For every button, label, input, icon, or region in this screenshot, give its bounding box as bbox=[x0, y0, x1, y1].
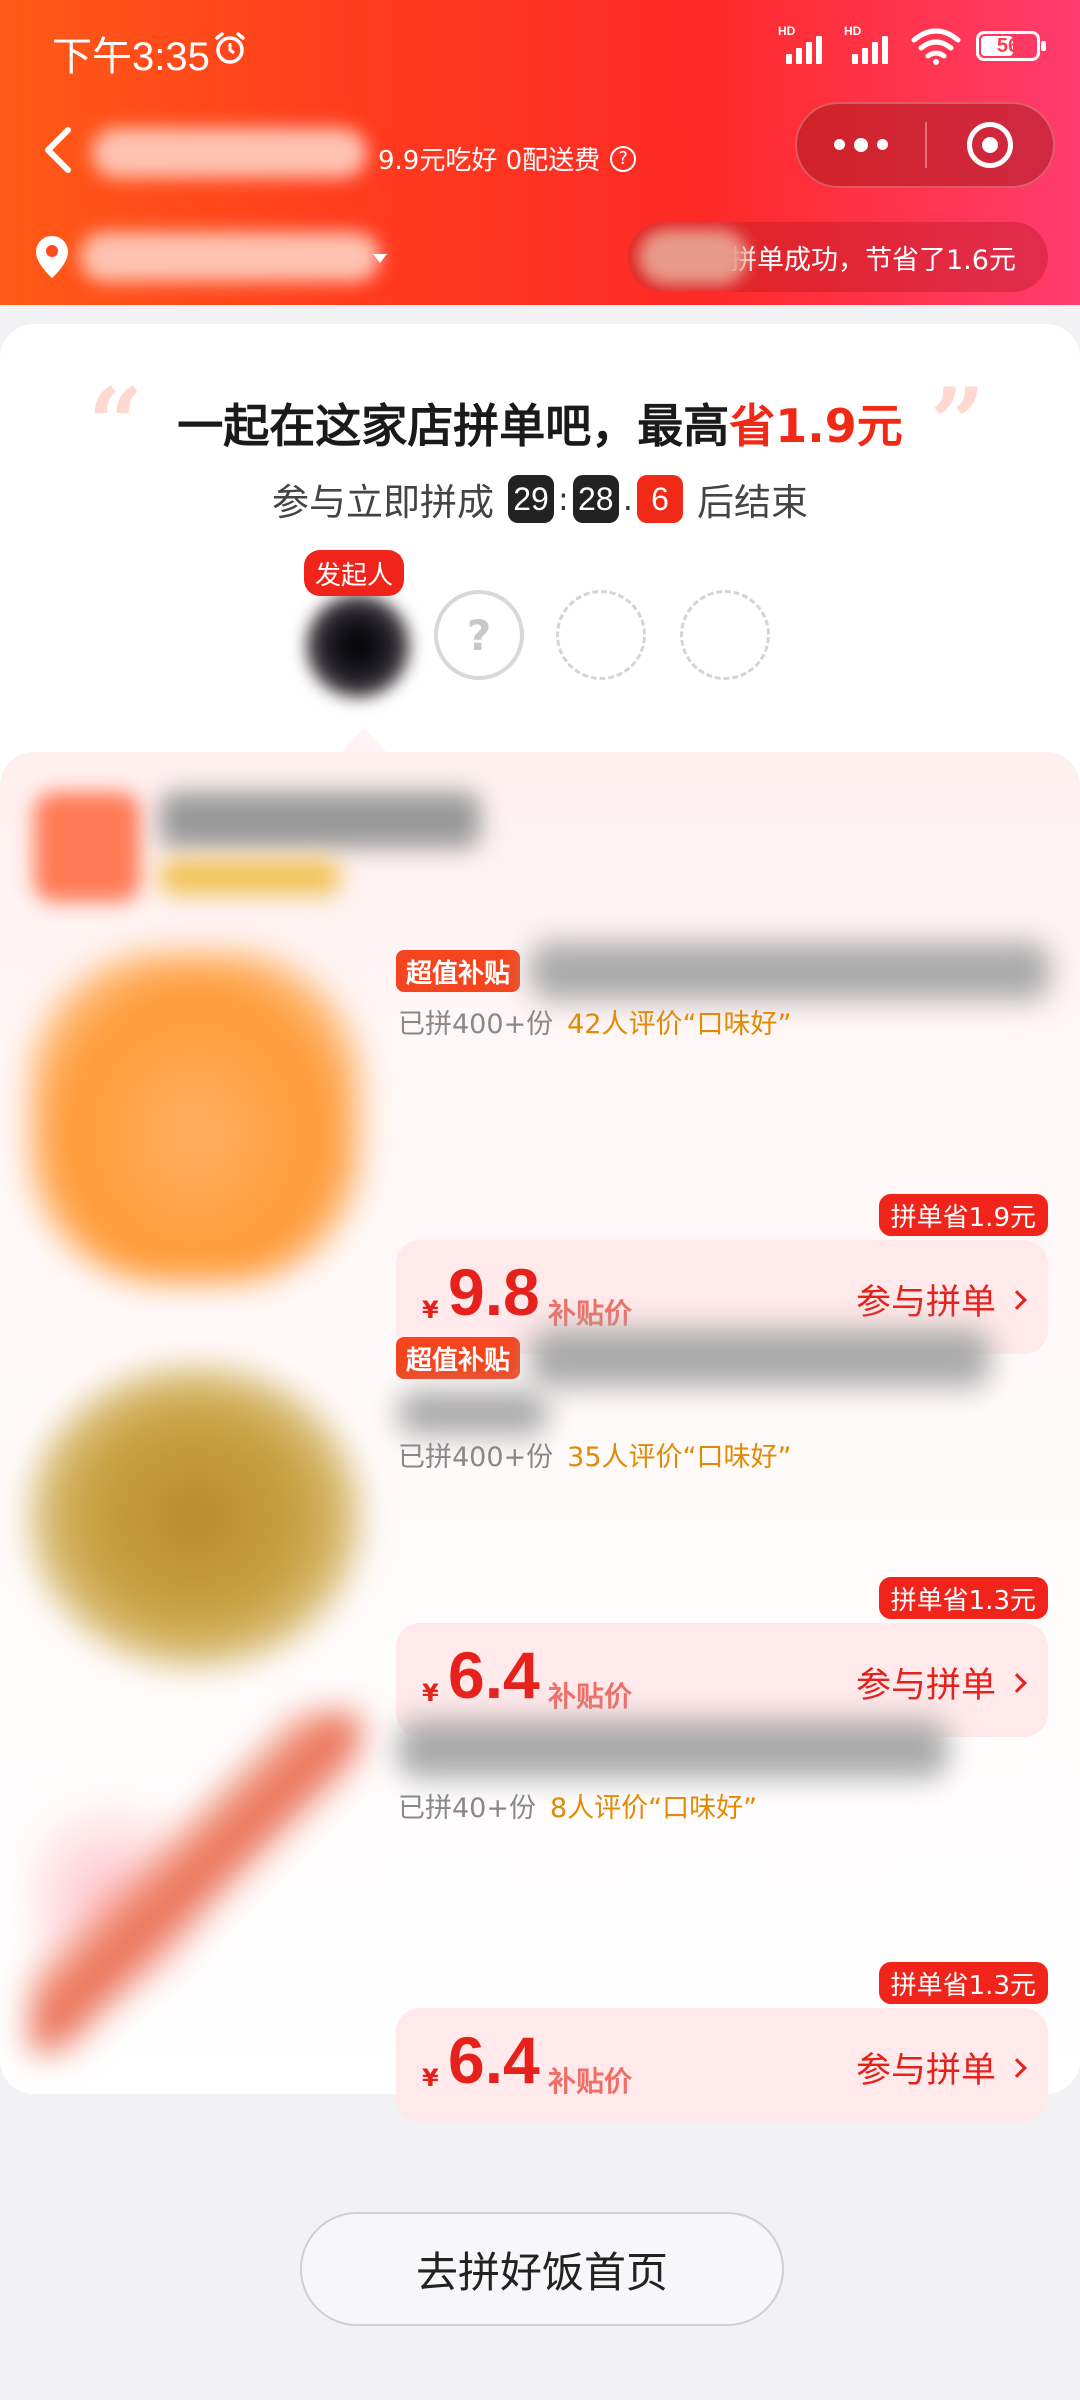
signal-icon: HD bbox=[778, 24, 830, 64]
product-meta: 已拼400+份 42人评价“口味好” bbox=[398, 1009, 792, 1040]
chevron-right-icon bbox=[1007, 2057, 1027, 2078]
product-item[interactable]: 已拼40+份 8人评价“口味好” 拼单省1.3元 ¥ 6.4 补贴价 参与拼单 bbox=[0, 1692, 1080, 2122]
join-group-button[interactable]: 参与拼单 bbox=[856, 2042, 1027, 2093]
product-image bbox=[30, 1712, 360, 2052]
close-miniapp-icon[interactable] bbox=[927, 122, 1053, 168]
save-badge: 拼单省1.9元 bbox=[878, 1194, 1048, 1236]
shop-logo bbox=[34, 792, 140, 902]
countdown: 参与立即拼成 29 : 28 . 6 后结束 bbox=[0, 472, 1080, 526]
chevron-right-icon bbox=[1007, 1672, 1027, 1693]
group-success-notice: 拼单成功，节省了1.6元 bbox=[628, 222, 1048, 292]
empty-slot bbox=[680, 590, 770, 680]
status-time: 下午3:35 bbox=[52, 35, 210, 79]
product-meta: 已拼400+份 35人评价“口味好” bbox=[398, 1442, 792, 1473]
go-home-button[interactable]: 去拼好饭首页 bbox=[300, 2212, 784, 2326]
price-bar[interactable]: ¥ 6.4 补贴价 参与拼单 bbox=[396, 2008, 1048, 2122]
shop-name-redacted bbox=[92, 128, 367, 178]
initiator-avatar bbox=[306, 594, 410, 698]
subsidy-tag: 超值补贴 bbox=[396, 1337, 521, 1379]
address-dropdown-icon[interactable] bbox=[373, 254, 387, 263]
header-subtitle: 9.9元吃好 0配送费 ? bbox=[378, 140, 637, 177]
product-item[interactable]: 超值补贴 已拼400+份 35人评价“口味好” 拼单省1.3元 ¥ 6.4 补贴价… bbox=[0, 1307, 1080, 1737]
signal-icon-2: HD bbox=[844, 24, 896, 64]
product-image bbox=[30, 1367, 360, 1667]
group-order-card: “ ” 一起在这家店拼单吧，最高省1.9元 参与立即拼成 29 : 28 . 6… bbox=[0, 324, 1080, 2122]
product-list: 超值补贴 已拼400+份 42人评价“口味好” 拼单省1.9元 ¥ 9.8 补贴价… bbox=[0, 752, 1080, 2122]
save-badge: 拼单省1.3元 bbox=[878, 1962, 1048, 2004]
countdown-minutes: 29 bbox=[508, 475, 555, 523]
product-name-redacted bbox=[530, 1329, 990, 1387]
price-label: 补贴价 bbox=[548, 2065, 633, 2098]
battery-icon: 56 bbox=[976, 31, 1046, 61]
headline: 一起在这家店拼单吧，最高省1.9元 bbox=[177, 399, 903, 453]
save-badge: 拼单省1.3元 bbox=[878, 1577, 1048, 1619]
top-header: 下午3:35 HD HD 56 9.9元吃好 0配送费 ? 拼单成功，节省了1.… bbox=[0, 0, 1080, 305]
more-icon[interactable] bbox=[797, 137, 925, 152]
product-name-redacted bbox=[398, 1720, 948, 1778]
price: 6.4 bbox=[448, 2023, 540, 2097]
product-meta: 已拼40+份 8人评价“口味好” bbox=[398, 1793, 758, 1824]
initiator-badge: 发起人 bbox=[304, 550, 404, 596]
countdown-tenths: 6 bbox=[636, 475, 683, 523]
empty-slot bbox=[556, 590, 646, 680]
status-icons: HD HD 56 bbox=[778, 24, 1046, 66]
help-icon[interactable]: ? bbox=[610, 145, 637, 172]
location-pin-icon bbox=[36, 236, 68, 278]
product-item[interactable]: 超值补贴 已拼400+份 42人评价“口味好” 拼单省1.9元 ¥ 9.8 补贴价… bbox=[0, 922, 1080, 1354]
alarm-icon bbox=[215, 32, 245, 64]
miniapp-capsule bbox=[795, 102, 1055, 188]
product-name-redacted bbox=[530, 942, 1050, 1000]
wifi-icon bbox=[911, 28, 961, 65]
subsidy-tag: 超值补贴 bbox=[396, 950, 521, 992]
shop-title-redacted bbox=[160, 792, 480, 848]
countdown-seconds: 28 bbox=[572, 475, 619, 523]
product-name-redacted-2 bbox=[398, 1391, 548, 1435]
pointer-arrow bbox=[340, 728, 388, 754]
empty-slot-question: ? bbox=[434, 590, 524, 680]
back-icon[interactable] bbox=[38, 122, 78, 178]
address-redacted[interactable] bbox=[80, 232, 380, 282]
product-image bbox=[30, 952, 360, 1282]
shop-rating-redacted bbox=[160, 860, 340, 894]
